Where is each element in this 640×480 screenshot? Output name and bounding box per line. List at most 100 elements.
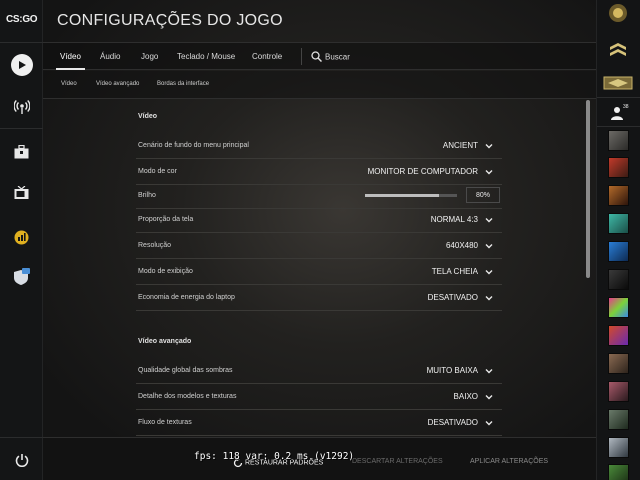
setting-row-texture-streaming[interactable]: Fluxo de texturas DESATIVADO: [136, 410, 502, 436]
friend-avatar[interactable]: [608, 185, 629, 206]
friend-avatar[interactable]: [608, 437, 629, 458]
profile-rank-icon[interactable]: [601, 2, 634, 24]
play-icon: [10, 54, 33, 76]
chevron-down-icon: [485, 369, 493, 374]
search-icon: [311, 51, 323, 63]
setting-row-menu-background[interactable]: Cenário de fundo do menu principal ANCIE…: [136, 133, 502, 159]
subtab-video[interactable]: Vídeo: [61, 71, 77, 98]
setting-label: Economia de energia do laptop: [138, 294, 235, 301]
friends-header[interactable]: 38: [597, 97, 640, 127]
friend-avatar[interactable]: [608, 297, 629, 318]
stats-button[interactable]: [0, 220, 43, 254]
friend-avatar[interactable]: [608, 241, 629, 262]
chevron-down-icon: [485, 421, 493, 426]
setting-label: Qualidade global das sombras: [138, 367, 233, 374]
setting-row-display-mode[interactable]: Modo de exibição TELA CHEIA: [136, 259, 502, 285]
brightness-slider[interactable]: [365, 194, 457, 197]
setting-row-brightness: Brilho 80%: [136, 183, 502, 209]
setting-row-shadow-quality[interactable]: Qualidade global das sombras MUITO BAIXA: [136, 358, 502, 384]
section-title-advanced-video: Vídeo avançado: [138, 338, 192, 345]
brightness-slider-fill: [365, 194, 439, 197]
friend-avatar[interactable]: [608, 213, 629, 234]
friend-avatar[interactable]: [608, 353, 629, 374]
apply-changes-button[interactable]: APLICAR ALTERAÇÕES: [470, 458, 548, 465]
friends-count: 38: [623, 104, 629, 110]
setting-value: ANCIENT: [442, 141, 478, 150]
setting-row-aspect-ratio[interactable]: Proporção da tela NORMAL 4:3: [136, 207, 502, 233]
setting-row-model-texture-detail[interactable]: Detalhe dos modelos e texturas BAIXO: [136, 384, 502, 410]
chevron-down-icon: [485, 218, 493, 223]
setting-value: MUITO BAIXA: [426, 366, 478, 375]
chevron-down-icon: [485, 296, 493, 301]
friend-avatar[interactable]: [608, 325, 629, 346]
subtab-hud-edges[interactable]: Bordas da interface: [157, 71, 209, 98]
setting-value: DESATIVADO: [427, 418, 478, 427]
settings-tabs: Vídeo Áudio Jogo Teclado / Mouse Control…: [43, 42, 596, 70]
setting-value: NORMAL 4:3: [430, 215, 478, 224]
right-social-rail: 38: [596, 0, 640, 480]
rail-divider: [0, 437, 43, 438]
setting-label: Modo de cor: [138, 168, 177, 175]
setting-row-laptop-power-saving[interactable]: Economia de energia do laptop DESATIVADO: [136, 285, 502, 311]
friend-avatar[interactable]: [608, 157, 629, 178]
stats-dial-icon: [14, 230, 29, 244]
setting-label: Modo de exibição: [138, 268, 193, 275]
chevron-down-icon: [485, 395, 493, 400]
watch-button[interactable]: [0, 176, 43, 210]
friend-avatar[interactable]: [608, 269, 629, 290]
left-nav-rail: CS:GO: [0, 0, 43, 480]
brightness-value-box[interactable]: 80%: [466, 187, 500, 203]
setting-label: Resolução: [138, 242, 172, 249]
friend-avatar[interactable]: [608, 409, 629, 430]
friend-avatar[interactable]: [608, 464, 629, 480]
tab-separator: [301, 48, 302, 65]
tv-icon: [14, 186, 29, 199]
setting-label: Cenário de fundo do menu principal: [138, 142, 249, 149]
tab-video[interactable]: Vídeo: [56, 43, 85, 70]
chevron-down-icon: [485, 144, 493, 149]
shield-badge-icon: [13, 268, 30, 285]
power-icon: [15, 454, 28, 467]
setting-value: MONITOR DE COMPUTADOR: [367, 167, 478, 176]
rail-divider: [0, 42, 43, 43]
power-button[interactable]: [0, 443, 43, 477]
setting-row-color-mode[interactable]: Modo de cor MONITOR DE COMPUTADOR: [136, 159, 502, 185]
setting-value: BAIXO: [453, 392, 478, 401]
rail-divider: [0, 128, 43, 129]
setting-value: DESATIVADO: [427, 293, 478, 302]
chevron-down-icon: [485, 244, 493, 249]
friends-icon: [611, 107, 623, 120]
inventory-button[interactable]: [0, 135, 43, 169]
friend-avatar[interactable]: [608, 130, 629, 151]
subtab-advanced-video[interactable]: Vídeo avançado: [96, 71, 139, 98]
video-subtabs: Vídeo Vídeo avançado Bordas da interface: [43, 71, 596, 99]
setting-value: TELA CHEIA: [431, 267, 478, 276]
setting-label: Fluxo de texturas: [138, 419, 192, 426]
operation-button[interactable]: [0, 260, 43, 294]
fps-debug-overlay: fps: 118 var: 0.2 ms (v1292): [194, 451, 355, 462]
search-button[interactable]: Buscar: [311, 43, 350, 70]
broadcast-icon: [13, 100, 30, 114]
watch-broadcast-button[interactable]: [0, 90, 43, 124]
friend-avatar[interactable]: [608, 381, 629, 402]
csgo-logo[interactable]: CS:GO: [6, 14, 38, 28]
competitive-rank-icon[interactable]: [601, 72, 634, 94]
chevron-down-icon: [485, 170, 493, 175]
settings-scrollbar[interactable]: [586, 100, 590, 278]
military-rank-icon[interactable]: [601, 40, 634, 62]
chevron-down-icon: [485, 270, 493, 275]
section-title-video: Vídeo: [138, 113, 158, 120]
setting-label: Proporção da tela: [138, 216, 194, 223]
setting-row-resolution[interactable]: Resolução 640X480: [136, 233, 502, 259]
tab-controller[interactable]: Controle: [252, 43, 282, 70]
page-title: CONFIGURAÇÕES DO JOGO: [57, 12, 283, 29]
discard-changes-button[interactable]: DESCARTAR ALTERAÇÕES: [352, 458, 443, 465]
setting-label: Detalhe dos modelos e texturas: [138, 393, 237, 400]
tab-game[interactable]: Jogo: [141, 43, 158, 70]
play-button[interactable]: [0, 48, 43, 82]
tab-keyboard-mouse[interactable]: Teclado / Mouse: [177, 43, 235, 70]
setting-value: 640X480: [445, 241, 478, 250]
tab-audio[interactable]: Áudio: [100, 43, 120, 70]
settings-panel: CONFIGURAÇÕES DO JOGO Vídeo Áudio Jogo T…: [43, 0, 596, 480]
briefcase-icon: [14, 145, 29, 159]
